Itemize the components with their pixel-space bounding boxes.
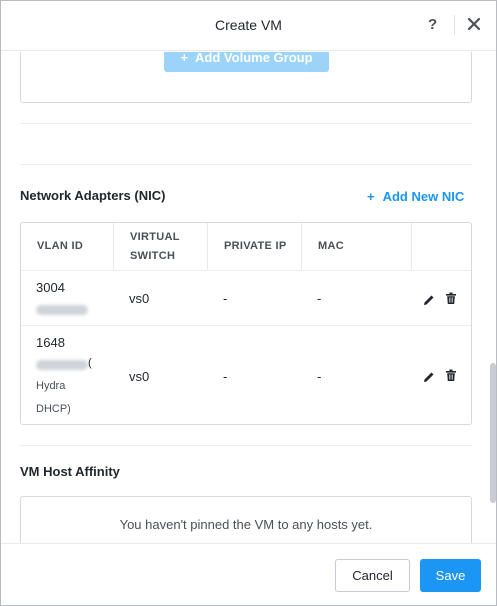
nic-vlan-subtext: Hydra (36, 380, 66, 392)
plus-icon: + (180, 52, 189, 65)
edit-icon[interactable] (423, 370, 435, 382)
divider (21, 270, 471, 271)
divider (20, 445, 472, 446)
column-header-vlan-id: VLAN ID (21, 223, 114, 270)
add-volume-group-label: Add Volume Group (195, 52, 313, 65)
nic-virtual-switch: vs0 (129, 291, 150, 306)
dialog-body: + Add Volume Group Network Adapters (NIC… (1, 52, 490, 543)
column-header-private-ip: PRIVATE IP (208, 223, 302, 270)
nic-mac: - (317, 291, 322, 306)
divider (20, 164, 472, 165)
delete-icon[interactable] (445, 369, 457, 381)
divider (21, 325, 471, 326)
header-divider (454, 15, 455, 35)
save-button[interactable]: Save (420, 559, 481, 592)
host-affinity-panel: You haven't pinned the VM to any hosts y… (20, 496, 472, 543)
scrollbar-thumb[interactable] (490, 363, 496, 503)
redacted-text (36, 360, 88, 370)
nic-table: VLAN ID VIRTUAL SWITCH PRIVATE IP MAC 30… (20, 222, 472, 425)
nic-private-ip: - (223, 291, 228, 306)
delete-icon[interactable] (445, 292, 457, 304)
plus-icon: + (367, 189, 375, 204)
network-adapters-title: Network Adapters (NIC) (20, 188, 166, 203)
scrollbar[interactable] (490, 52, 496, 543)
divider (20, 123, 472, 124)
add-new-nic-label: Add New NIC (382, 189, 465, 204)
nic-vlan-subtext: DHCP) (36, 403, 71, 415)
host-affinity-title: VM Host Affinity (20, 464, 120, 479)
nic-private-ip: - (223, 369, 228, 384)
nic-mac: - (317, 369, 322, 384)
nic-vlan-id: 3004 (36, 280, 65, 295)
edit-icon[interactable] (423, 293, 435, 305)
column-header-actions (412, 223, 471, 270)
volume-group-panel: + Add Volume Group (20, 52, 472, 103)
dialog-title: Create VM (215, 17, 282, 33)
cancel-button[interactable]: Cancel (335, 559, 410, 592)
dialog-header: Create VM ? (1, 1, 496, 51)
add-new-nic-link[interactable]: + Add New NIC (367, 189, 464, 204)
nic-vlan-id: 1648 (36, 335, 65, 350)
add-volume-group-button[interactable]: + Add Volume Group (164, 52, 329, 72)
help-icon[interactable]: ? (428, 16, 437, 33)
nic-vlan-paren: ( (88, 357, 92, 369)
host-affinity-empty-message: You haven't pinned the VM to any hosts y… (119, 517, 373, 532)
close-icon[interactable] (465, 15, 483, 33)
create-vm-dialog: Create VM ? + Add Volume Group Network A… (0, 0, 497, 606)
column-header-virtual-switch: VIRTUAL SWITCH (114, 223, 208, 270)
nic-virtual-switch: vs0 (129, 369, 150, 384)
dialog-footer: Cancel Save (1, 543, 496, 605)
column-header-mac: MAC (302, 223, 412, 270)
redacted-text (36, 305, 88, 315)
